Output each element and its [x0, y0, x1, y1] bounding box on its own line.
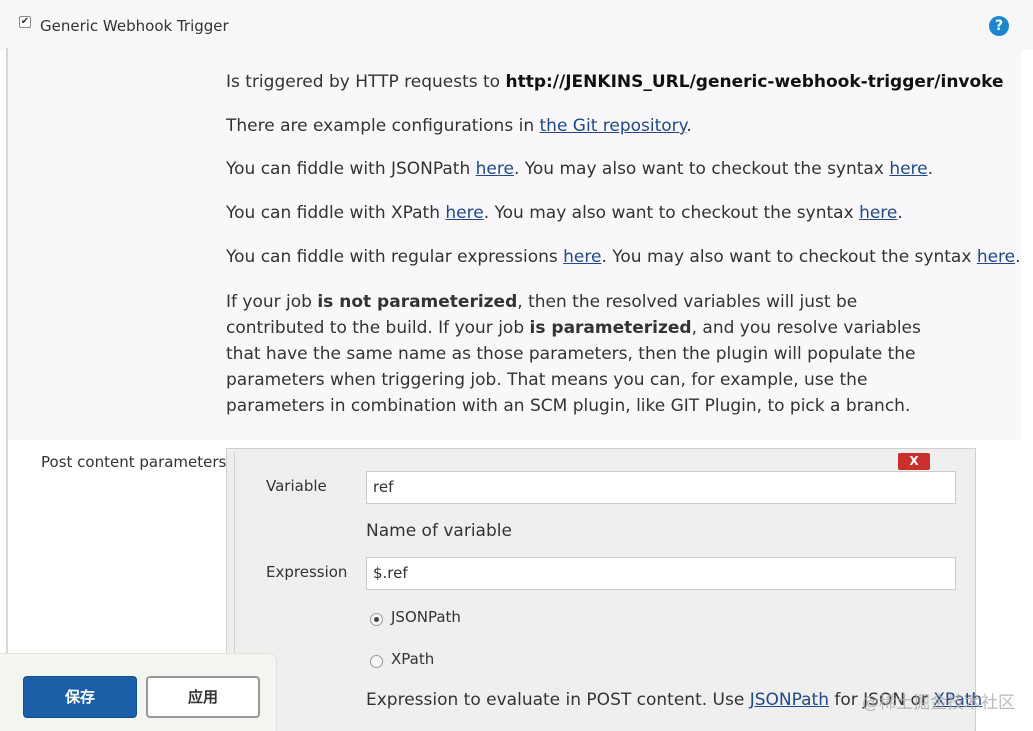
jsonpath-syntax-link[interactable]: here [889, 159, 927, 179]
help-line-regex-mid: . You may also want to checkout the synt… [601, 247, 977, 267]
variable-input[interactable]: ref [366, 471, 956, 504]
help-line-examples-prefix: There are example configurations in [226, 116, 540, 136]
help-line-examples: There are example configurations in the … [226, 116, 692, 136]
help-line-url: Is triggered by HTTP requests to http://… [226, 72, 1004, 92]
generic-webhook-trigger-checkbox[interactable]: ✔ [19, 16, 31, 28]
help-line-url-prefix: Is triggered by HTTP requests to [226, 72, 506, 92]
section-title: Generic Webhook Trigger [40, 17, 229, 35]
help-line-xpath: You can fiddle with XPath here. You may … [226, 203, 903, 223]
help-line-regex-prefix: You can fiddle with regular expressions [226, 247, 564, 267]
help-line-jsonpath-mid: . You may also want to checkout the synt… [513, 159, 890, 179]
delete-parameter-button[interactable]: X [898, 453, 930, 470]
expression-label: Expression [266, 563, 348, 581]
save-button[interactable]: 保存 [23, 676, 137, 718]
help-line-jsonpath-prefix: You can fiddle with JSONPath [226, 159, 476, 179]
xpath-radio[interactable] [370, 655, 383, 668]
help-line-xpath-mid: . You may also want to checkout the synt… [483, 203, 860, 223]
help-line-regex: You can fiddle with regular expressions … [226, 247, 1021, 267]
jsonpath-doc-link[interactable]: JSONPath [750, 690, 829, 710]
watermark: @稀土掘金技术社区 [862, 693, 1015, 713]
help-line-xpath-suffix: . [897, 203, 903, 223]
jsonpath-radio-label[interactable]: JSONPath [391, 608, 461, 626]
variable-description: Name of variable [366, 521, 512, 541]
git-repository-link[interactable]: the Git repository [540, 116, 687, 136]
invoke-url: http://JENKINS_URL/generic-webhook-trigg… [505, 72, 1004, 92]
xpath-fiddle-link[interactable]: here [445, 203, 483, 223]
help-line-examples-suffix: . [686, 116, 692, 136]
help-line-jsonpath: You can fiddle with JSONPath here. You m… [226, 159, 933, 179]
xpath-radio-label[interactable]: XPath [391, 650, 434, 668]
help-icon[interactable]: ? [989, 16, 1009, 36]
xpath-syntax-link[interactable]: here [859, 203, 897, 223]
regex-syntax-link[interactable]: here [977, 247, 1015, 267]
post-content-parameters-label: Post content parameters [41, 453, 227, 471]
help-line-jsonpath-suffix: . [927, 159, 934, 179]
apply-button[interactable]: 应用 [146, 676, 260, 718]
help-line-regex-suffix: . [1015, 247, 1021, 267]
jsonpath-radio[interactable] [370, 613, 383, 626]
jsonpath-fiddle-link[interactable]: here [476, 159, 514, 179]
expression-input[interactable]: $.ref [366, 557, 956, 590]
para-not-parameterized: is not parameterized [317, 292, 518, 312]
regex-fiddle-link[interactable]: here [563, 247, 601, 267]
expression-desc-prefix: Expression to evaluate in POST content. … [366, 690, 750, 710]
help-line-xpath-prefix: You can fiddle with XPath [226, 203, 446, 223]
variable-label: Variable [266, 477, 327, 495]
para-text-a: If your job [226, 292, 318, 312]
help-parameterized-paragraph: If your job is not parameterized, then t… [226, 289, 956, 419]
para-parameterized: is parameterized [529, 318, 692, 338]
